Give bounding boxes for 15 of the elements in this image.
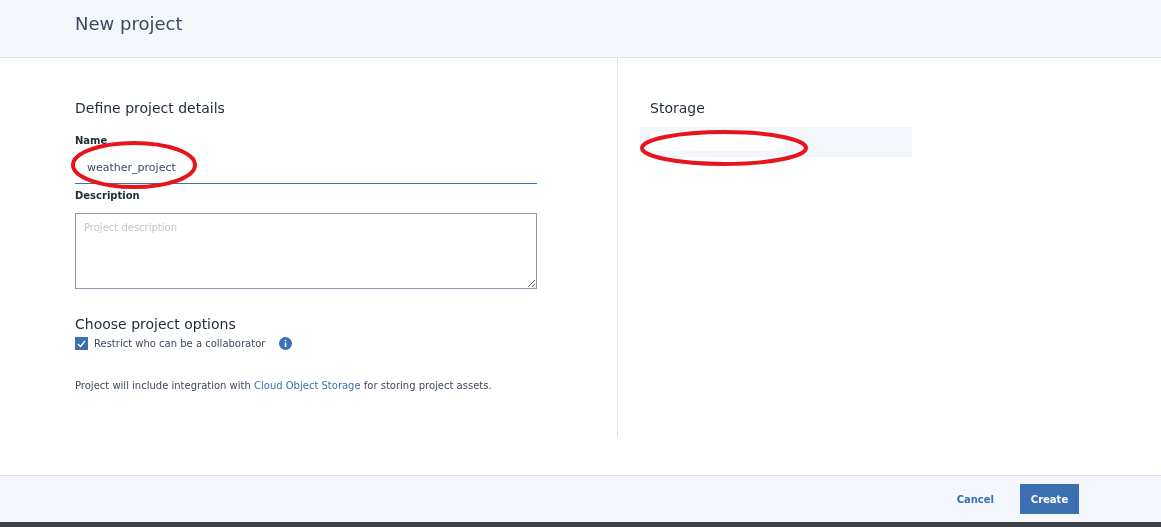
section-heading: Choose project options (75, 316, 236, 332)
integration-note: Project will include integration with Cloud Object Storage for storing project assets. (75, 380, 493, 391)
checkbox[interactable] (75, 337, 88, 350)
field-label: Name (75, 135, 108, 146)
section-heading: Storage (650, 100, 705, 116)
checkbox-label[interactable]: Restrict who can be a collaborator (94, 338, 266, 349)
section-heading: Define project details (75, 100, 225, 116)
description-field[interactable]: Project description (75, 213, 537, 289)
info-icon[interactable] (279, 337, 293, 350)
cancel-button[interactable]: Cancel (952, 489, 998, 509)
create-button[interactable]: Create (1020, 484, 1079, 514)
field-label: Description (75, 190, 140, 201)
storage-field[interactable] (640, 127, 912, 157)
page-title: New project (75, 13, 183, 34)
storage-link[interactable]: Cloud Object Storage (254, 380, 361, 391)
